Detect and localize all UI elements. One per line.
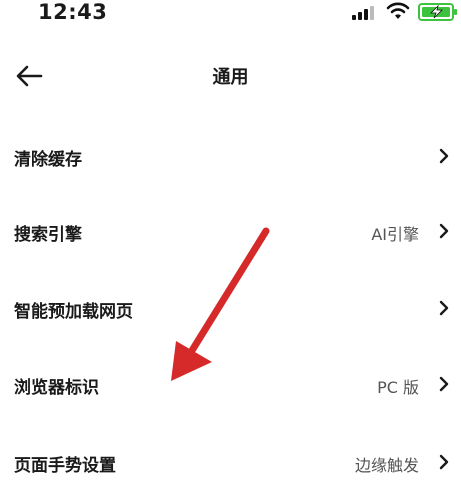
chevron-right-icon [439,223,449,239]
gesture-settings-label: 页面手势设置 [14,456,116,476]
smart-preload-row[interactable]: 智能预加载网页 [0,288,461,328]
battery-charging-icon [418,3,457,21]
clear-cache-label: 清除缓存 [14,150,82,170]
search-engine-label: 搜索引擎 [14,225,82,245]
browser-ua-value: PC 版 [377,378,419,397]
gesture-settings-value: 边缘触发 [354,456,419,475]
search-engine-row[interactable]: 搜索引擎 AI引擎 [0,211,461,251]
chevron-right-icon [439,376,449,392]
browser-ua-row[interactable]: 浏览器标识 PC 版 [0,364,461,404]
browser-ua-label: 浏览器标识 [14,378,99,398]
wifi-icon [386,2,410,19]
clear-cache-row[interactable]: 清除缓存 [0,136,461,176]
chevron-right-icon [439,148,449,164]
page-header: 通用 [0,55,461,99]
status-time: 12:43 [38,0,108,24]
chevron-right-icon [439,300,449,316]
search-engine-value: AI引擎 [371,225,419,244]
smart-preload-label: 智能预加载网页 [14,302,133,322]
signal-icon [352,6,374,20]
status-bar: 12:43 [0,0,461,30]
chevron-right-icon [439,454,449,470]
gesture-settings-row[interactable]: 页面手势设置 边缘触发 [0,442,461,482]
page-title: 通用 [212,67,249,88]
